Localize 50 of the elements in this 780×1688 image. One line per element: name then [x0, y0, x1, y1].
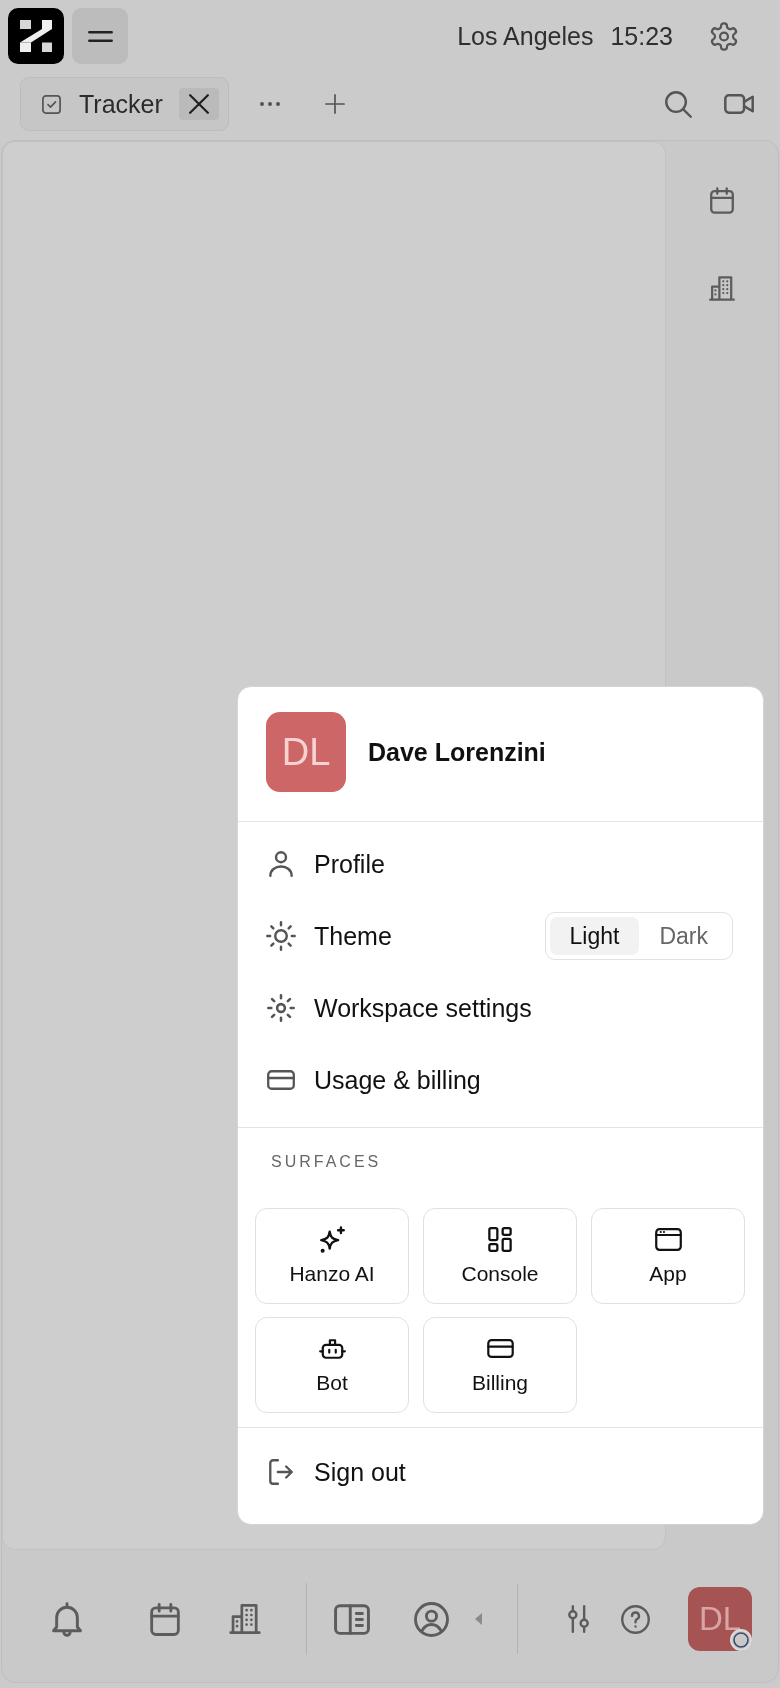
section-heading: SURFACES — [270, 1152, 383, 1172]
sun-rays-icon — [267, 994, 295, 1022]
calendar-icon[interactable] — [150, 1602, 180, 1636]
menu-item[interactable]: Sign out — [266, 1436, 733, 1508]
surface-tile[interactable]: Console — [423, 1208, 577, 1304]
status-ring-icon — [730, 1629, 752, 1651]
user-avatar: DL — [266, 712, 346, 792]
theme-option[interactable]: Light — [549, 917, 640, 955]
close-tab-button[interactable] — [178, 88, 219, 120]
sun-icon — [266, 921, 296, 951]
sliders-icon[interactable] — [568, 1605, 589, 1633]
check-square-icon — [42, 94, 61, 114]
user-circle-icon[interactable] — [414, 1601, 449, 1637]
menu-item[interactable]: Profile — [266, 828, 733, 900]
menu-label: Theme — [314, 921, 392, 951]
bell-icon[interactable] — [52, 1601, 82, 1637]
close-icon — [188, 94, 209, 114]
help-icon[interactable] — [621, 1604, 650, 1634]
tab[interactable]: Tracker — [20, 77, 229, 131]
building-icon[interactable] — [709, 276, 735, 301]
robot-icon — [318, 1338, 346, 1359]
sparkle-icon — [319, 1226, 345, 1253]
sidebar-panel-icon[interactable] — [334, 1603, 370, 1635]
settings-icon[interactable] — [710, 21, 738, 51]
menu-item[interactable]: Usage & billing — [266, 1044, 733, 1116]
location-label: Los Angeles — [457, 21, 594, 51]
dashboard-icon — [488, 1227, 512, 1252]
clock-time: 15:23 — [610, 21, 673, 51]
sign-out-icon — [269, 1459, 293, 1485]
browser-window-icon — [654, 1228, 682, 1251]
search-icon[interactable] — [665, 90, 692, 118]
surface-tile[interactable]: Hanzo AI — [255, 1208, 409, 1304]
video-camera-icon[interactable] — [724, 94, 754, 114]
credit-card-icon — [486, 1339, 514, 1358]
user-name: Dave Lorenzini — [368, 737, 546, 767]
menu-button[interactable] — [72, 8, 128, 64]
credit-card-icon — [267, 1070, 295, 1090]
menu-icon — [87, 30, 113, 42]
person-icon — [269, 851, 293, 877]
theme-option[interactable]: Dark — [639, 917, 728, 955]
dots-icon[interactable] — [259, 102, 280, 106]
building-icon[interactable] — [229, 1604, 261, 1634]
logo-icon — [8, 8, 64, 64]
calendar-icon[interactable] — [710, 187, 734, 214]
plus-icon[interactable] — [324, 94, 345, 114]
surface-tile[interactable]: App — [591, 1208, 745, 1304]
menu-item[interactable]: Workspace settings — [266, 972, 733, 1044]
surface-tile[interactable]: Billing — [423, 1317, 577, 1413]
caret-icon[interactable] — [475, 1613, 482, 1625]
surface-tile[interactable]: Bot — [255, 1317, 409, 1413]
